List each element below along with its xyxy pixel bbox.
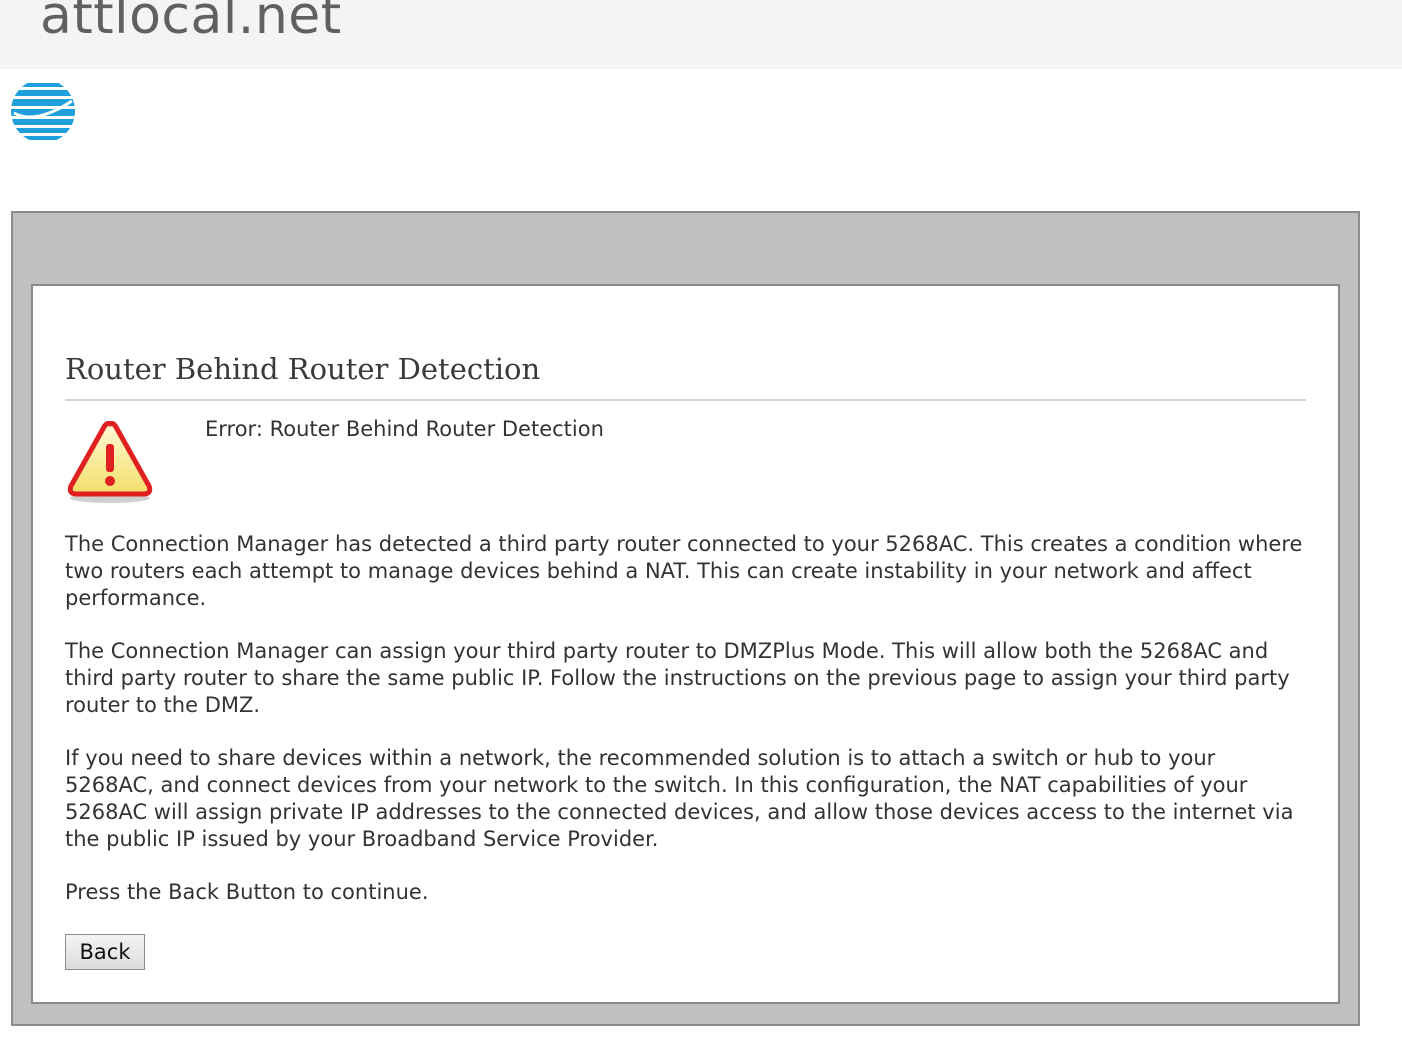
description-paragraph: The Connection Manager has detected a th… <box>65 532 1303 610</box>
warning-icon <box>65 418 155 504</box>
att-globe-icon <box>10 79 76 143</box>
back-button[interactable]: Back <box>65 934 145 970</box>
recommendation-paragraph: If you need to share devices within a ne… <box>65 746 1294 851</box>
dmzplus-paragraph: The Connection Manager can assign your t… <box>65 639 1290 717</box>
error-message: Error: Router Behind Router Detection <box>205 417 604 441</box>
site-title: attlocal.net <box>40 0 342 46</box>
outer-frame: Router Behind Router Detection Error: Ro… <box>11 211 1360 1026</box>
instruction-text: Press the Back Button to continue. <box>65 880 429 904</box>
top-bar: attlocal.net <box>0 0 1402 69</box>
content-panel: Router Behind Router Detection Error: Ro… <box>31 284 1340 1004</box>
page-title: Router Behind Router Detection <box>65 352 541 386</box>
heading-divider <box>65 399 1306 401</box>
